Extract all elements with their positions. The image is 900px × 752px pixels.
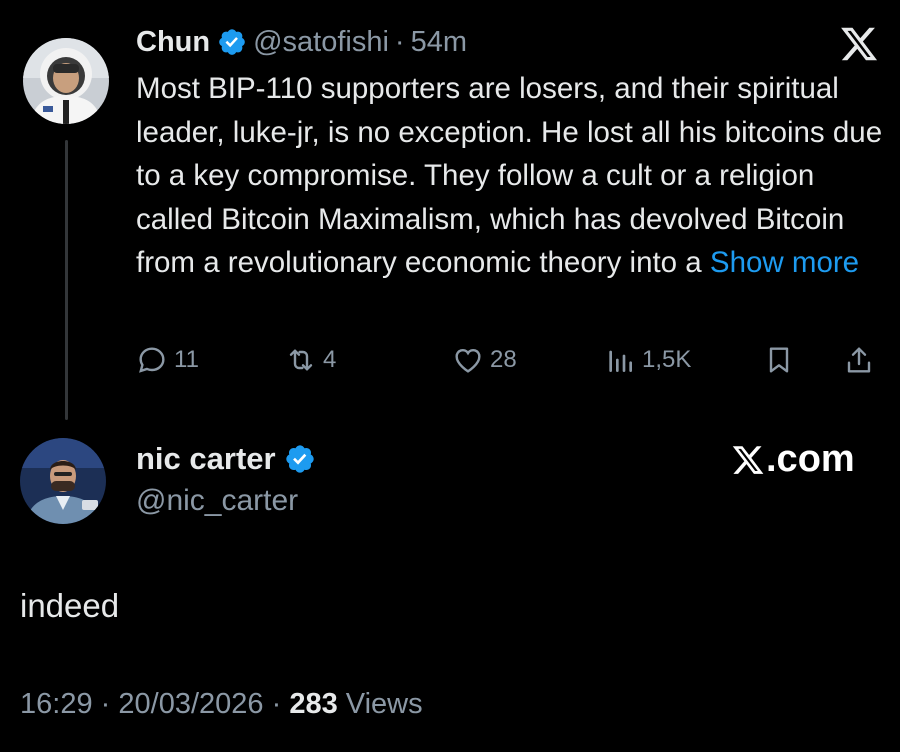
reply-author-handle[interactable]: @nic_carter [136, 484, 298, 518]
quoted-tweet-header: Chun @satofishi · 54m [136, 22, 467, 62]
quoted-tweet-text: Most BIP-110 supporters are losers, and … [136, 67, 886, 285]
views-label: Views [345, 688, 423, 720]
reply-tweet-text: indeed [20, 587, 120, 624]
thread-connector-line [65, 140, 68, 420]
separator-dot: · [394, 25, 405, 58]
timestamp[interactable]: 54m [411, 26, 467, 59]
share-button[interactable] [843, 340, 881, 380]
views-count: 283 [289, 688, 338, 720]
avatar-nic-carter[interactable] [20, 438, 106, 524]
like-button[interactable]: 28 [452, 340, 517, 380]
watermark-suffix: .com [766, 438, 855, 480]
x-logo-icon [732, 445, 764, 474]
reply-author-name: nic carter [136, 441, 322, 477]
like-count: 28 [490, 346, 517, 373]
tweet-date[interactable]: 20/03/2026 [118, 688, 263, 720]
x-logo-icon [841, 27, 878, 61]
tweet-time[interactable]: 16:29 [20, 688, 93, 720]
views-button[interactable]: 1,5K [604, 340, 691, 380]
views-count: 1,5K [642, 346, 692, 373]
repost-button[interactable]: 4 [285, 340, 336, 380]
repost-icon [289, 349, 313, 371]
reply-icon [139, 347, 165, 373]
tweet-metadata: 16:29 · 20/03/2026 · 283 Views [20, 688, 423, 721]
avatar-chun[interactable] [23, 38, 109, 124]
verified-badge-icon [219, 29, 245, 55]
handle[interactable]: @satofishi [253, 26, 389, 59]
verified-badge-icon [285, 445, 314, 473]
reply-count: 11 [174, 346, 199, 373]
show-more-link[interactable]: Show more [710, 246, 859, 279]
separator-dot: · [100, 688, 111, 720]
bookmark-icon [769, 347, 789, 373]
share-icon [847, 347, 871, 373]
tweet-actions-bar: 11 4 28 1,5K [136, 340, 881, 380]
separator-dot: · [271, 688, 282, 720]
like-icon [455, 348, 481, 373]
bookmark-button[interactable] [763, 340, 801, 380]
views-icon [609, 350, 632, 372]
x-com-watermark: .com [730, 438, 855, 481]
reply-button[interactable]: 11 [136, 340, 199, 380]
display-name[interactable]: Chun [136, 26, 210, 59]
display-name[interactable]: nic carter [136, 441, 276, 477]
repost-count: 4 [323, 346, 337, 373]
